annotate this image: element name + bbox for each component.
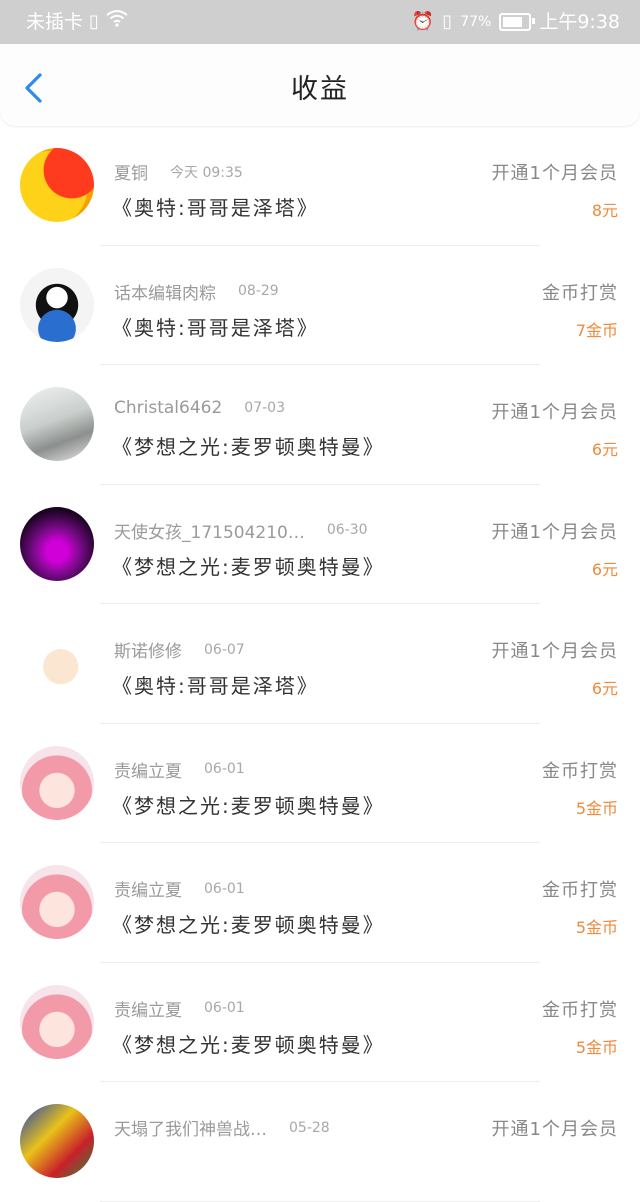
battery-percent: 77% (460, 14, 492, 30)
book-title: 《梦想之光:麦罗顿奥特曼》 (112, 435, 385, 459)
status-bar: 未插卡 ▯ ⏰ ▯ 77% 上午9:38 (0, 0, 640, 44)
income-type: 开通1个月会员 (491, 163, 618, 184)
name-line: 天塌了我们神兽战… 05-28 (114, 1115, 330, 1141)
user-name: 责编立夏 (114, 881, 182, 901)
name-line: 责编立夏 06-01 (114, 876, 245, 902)
income-type: 开通1个月会员 (491, 1119, 618, 1140)
income-amount: 5金币 (575, 798, 618, 818)
avatar[interactable] (20, 267, 94, 342)
book-title: 《梦想之光:麦罗顿奥特曼》 (112, 793, 385, 818)
book-title: 《奥特:哥哥是泽塔》 (112, 315, 319, 340)
income-record[interactable]: 责编立夏 06-01 《梦想之光:麦罗顿奥特曼》 金币打赏 5金币 (0, 843, 640, 963)
income-amount: 8元 (591, 201, 618, 220)
divider (100, 1200, 540, 1202)
avatar[interactable] (20, 984, 94, 1059)
user-name: 责编立夏 (114, 761, 182, 782)
avatar[interactable] (20, 626, 94, 700)
battery-icon (499, 13, 536, 31)
user-name: 斯诺修修 (114, 642, 182, 662)
income-record[interactable]: 天塌了我们神兽战… 05-28 开通1个月会员 (0, 1082, 640, 1202)
income-record[interactable]: 责编立夏 06-01 《梦想之光:麦罗顿奥特曼》 金币打赏 5金币 (0, 724, 640, 843)
name-line: 夏铜 今天 09:35 (114, 159, 243, 184)
avatar[interactable] (20, 148, 94, 222)
avatar[interactable] (20, 1104, 94, 1178)
vibrate-icon: ▯ (442, 11, 453, 32)
avatar[interactable] (20, 387, 94, 461)
income-record[interactable]: Christal6462 07-03 《梦想之光:麦罗顿奥特曼》 开通1个月会员… (0, 365, 640, 485)
alarm-icon: ⏰ (411, 11, 435, 32)
book-title: 《梦想之光:麦罗顿奥特曼》 (112, 913, 385, 937)
income-record[interactable]: 天使女孩_171504210… 06-30 《梦想之光:麦罗顿奥特曼》 开通1个… (0, 485, 640, 604)
income-type: 金币打赏 (542, 760, 618, 782)
income-amount: 6元 (591, 679, 618, 698)
income-type: 金币打赏 (542, 999, 618, 1021)
income-amount: 5金币 (575, 1037, 618, 1057)
clock: 上午9:38 (539, 11, 620, 33)
book-title: 《梦想之光:麦罗顿奥特曼》 (112, 554, 385, 579)
book-title: 《奥特:哥哥是泽塔》 (112, 674, 319, 698)
income-amount: 6元 (591, 440, 618, 459)
user-name: Christal6462 (114, 398, 223, 418)
user-name: 夏铜 (114, 164, 148, 184)
income-type: 开通1个月会员 (491, 521, 618, 543)
wifi-icon (105, 0, 129, 44)
income-type: 开通1个月会员 (491, 402, 618, 423)
income-amount: 5金币 (575, 918, 618, 937)
avatar[interactable] (20, 506, 94, 581)
book-title: 《奥特:哥哥是泽塔》 (112, 196, 319, 220)
income-list: 夏铜 今天 09:35 《奥特:哥哥是泽塔》 开通1个月会员 8元 话本编辑肉粽… (0, 126, 640, 1202)
book-title: 《梦想之光:麦罗顿奥特曼》 (112, 1032, 385, 1057)
income-amount: 6元 (591, 559, 618, 579)
record-date: 06-07 (204, 641, 245, 658)
battery-fill (503, 17, 522, 27)
user-name: 天使女孩_171504210… (114, 522, 305, 543)
user-name: 话本编辑肉粽 (114, 283, 216, 304)
carrier-label: 未插卡 (26, 11, 84, 33)
name-line: 斯诺修修 06-07 (114, 637, 245, 663)
record-date: 06-01 (204, 1000, 245, 1016)
status-left: 未插卡 ▯ (26, 0, 129, 44)
user-name: 责编立夏 (114, 1000, 182, 1021)
record-date: 06-01 (204, 761, 245, 777)
record-date: 07-03 (244, 400, 285, 416)
user-name: 天塌了我们神兽战… (114, 1120, 267, 1140)
status-right: ⏰ ▯ 77% 上午9:38 (412, 0, 620, 44)
income-type: 开通1个月会员 (491, 641, 618, 662)
avatar[interactable] (20, 865, 94, 939)
income-record[interactable]: 斯诺修修 06-07 《奥特:哥哥是泽塔》 开通1个月会员 6元 (0, 604, 640, 724)
record-date: 今天 09:35 (170, 164, 243, 181)
income-amount: 7金币 (575, 320, 618, 340)
income-type: 金币打赏 (542, 880, 618, 901)
record-date: 06-01 (204, 880, 245, 897)
income-record[interactable]: 夏铜 今天 09:35 《奥特:哥哥是泽塔》 开通1个月会员 8元 (0, 126, 640, 246)
sim-alert-icon: ▯ (89, 11, 99, 32)
name-line: 天使女孩_171504210… 06-30 (114, 518, 368, 543)
income-record[interactable]: 责编立夏 06-01 《梦想之光:麦罗顿奥特曼》 金币打赏 5金币 (0, 963, 640, 1082)
record-date: 08-29 (238, 283, 279, 299)
nav-bar: 收益 (0, 44, 640, 126)
name-line: 话本编辑肉粽 08-29 (114, 279, 279, 304)
name-line: 责编立夏 06-01 (114, 757, 245, 782)
page-title: 收益 (291, 74, 349, 105)
avatar[interactable] (20, 745, 94, 820)
income-record[interactable]: 话本编辑肉粽 08-29 《奥特:哥哥是泽塔》 金币打赏 7金币 (0, 246, 640, 365)
name-line: Christal6462 07-03 (114, 398, 285, 418)
record-date: 06-30 (326, 522, 368, 538)
name-line: 责编立夏 06-01 (114, 996, 245, 1021)
record-date: 05-28 (289, 1119, 330, 1136)
income-type: 金币打赏 (542, 282, 618, 304)
